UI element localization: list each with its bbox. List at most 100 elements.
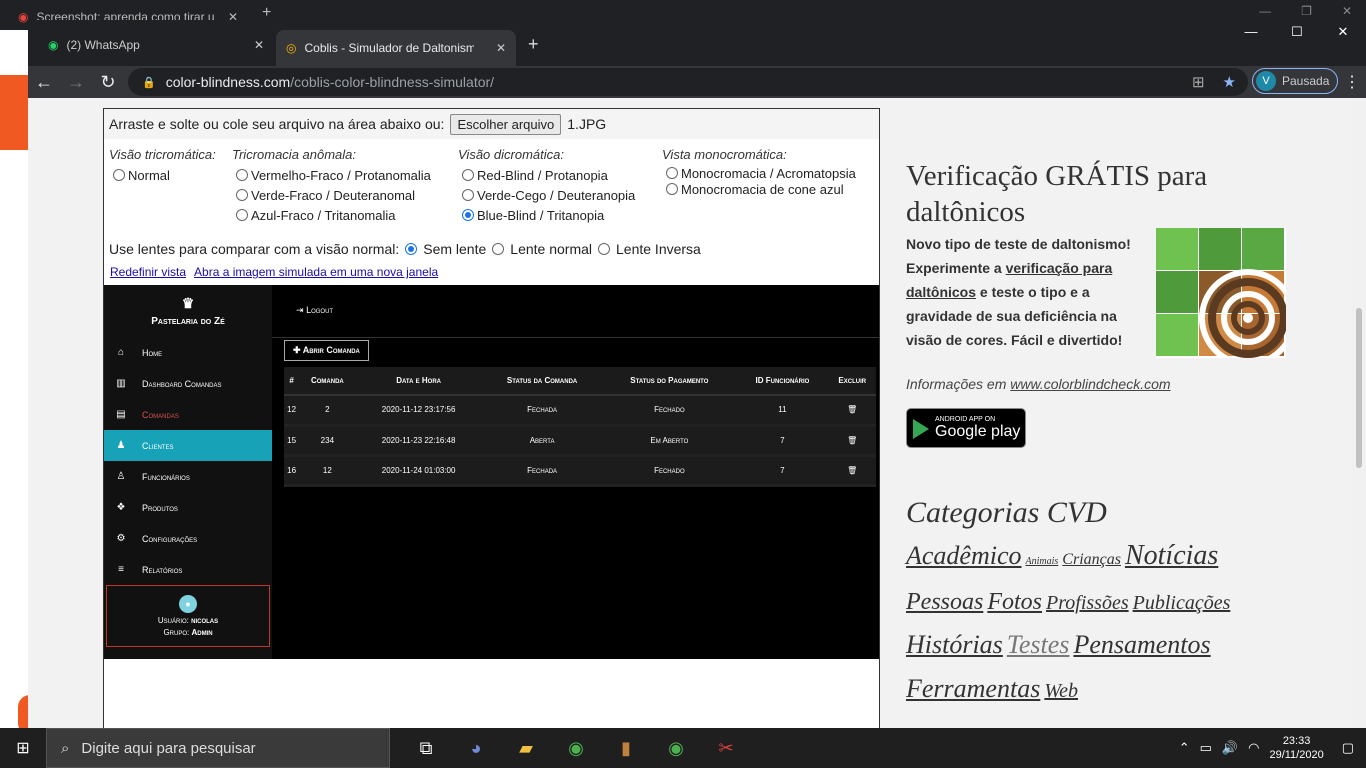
radio-icon[interactable] <box>666 167 678 179</box>
option-deuteranopia[interactable]: Verde-Cego / Deuteranopia <box>458 185 635 205</box>
address-bar[interactable]: 🔒 color-blindness.com /coblis-color-blin… <box>128 68 1248 96</box>
option-tritanomaly[interactable]: Azul-Fraco / Tritanomalia <box>232 205 431 225</box>
clock-time: 23:33 <box>1282 735 1311 747</box>
battery-icon[interactable]: ▭ <box>1200 740 1212 756</box>
option-tritanopia[interactable]: Blue-Blind / Tritanopia <box>458 205 635 225</box>
menu-item-relatorios[interactable]: ≡ Relatórios <box>104 554 272 585</box>
option-deuteranomaly[interactable]: Verde-Fraco / Deuteranomal <box>232 185 431 205</box>
chrome-icon[interactable]: ◉ <box>562 738 590 759</box>
volume-icon[interactable]: 🔊 <box>1222 740 1238 756</box>
tag-link[interactable]: Publicações <box>1133 592 1231 614</box>
reset-view-link[interactable]: Redefinir vista <box>110 265 186 279</box>
tag-link[interactable]: Web <box>1044 680 1078 702</box>
google-play-badge[interactable]: ANDROID APP ON Google play <box>906 408 1026 448</box>
menu-item-funcionarios[interactable]: ♙ Funcionários <box>104 461 272 492</box>
tag-link[interactable]: Histórias <box>906 630 1003 659</box>
close-icon[interactable]: ✕ <box>254 38 264 52</box>
menu-item-home[interactable]: ⌂ Home <box>104 337 272 368</box>
clock[interactable]: 23:33 29/11/2020 <box>1269 734 1323 762</box>
page-content: Arraste e solte ou cole seu arquivo na á… <box>28 98 1366 730</box>
option-protanopia[interactable]: Red-Blind / Protanopia <box>458 165 635 185</box>
forward-icon[interactable]: → <box>60 72 92 93</box>
choose-file-button[interactable]: Escolher arquivo <box>450 113 562 135</box>
close-window-icon[interactable]: ✕ <box>1320 24 1366 40</box>
minimize-icon[interactable]: — <box>1228 24 1274 40</box>
lens-option-inverse[interactable]: Lente Inversa <box>616 241 701 257</box>
tag-link[interactable]: Testes <box>1007 630 1070 659</box>
maximize-icon[interactable]: ☐ <box>1274 24 1320 40</box>
tag-link[interactable]: Animais <box>1026 556 1059 567</box>
tag-link[interactable]: Pessoas <box>906 589 983 615</box>
upload-bar: Arraste e solte ou cole seu arquivo na á… <box>104 109 879 139</box>
user-name: nicolas <box>191 616 219 625</box>
color-test-image[interactable] <box>1156 228 1297 367</box>
open-comanda-button[interactable]: ✚ Abrir Comanda <box>284 340 369 361</box>
tab-coblis[interactable]: ◎ Coblis - Simulador de Daltonismo ✕ <box>276 30 516 66</box>
file-explorer-icon[interactable]: ▰ <box>512 738 540 759</box>
radio-icon[interactable] <box>236 169 248 181</box>
trash-icon[interactable]: 🗑 <box>828 455 876 487</box>
chrome-profile-icon[interactable]: ◉ <box>662 738 690 759</box>
snipping-tool-icon[interactable]: ✂ <box>712 738 740 759</box>
scrollbar-thumb[interactable] <box>1356 308 1362 468</box>
discord-icon[interactable]: ◕ <box>462 738 490 759</box>
tag-link[interactable]: Crianças <box>1062 551 1121 568</box>
tag-link[interactable]: Acadêmico <box>906 541 1022 570</box>
tag-link[interactable]: Fotos <box>987 589 1042 615</box>
menu-item-clientes[interactable]: ♟ Clientes <box>104 430 272 461</box>
trash-icon[interactable]: 🗑 <box>828 425 876 457</box>
option-achromatopsia[interactable]: Monocromacia / Acromatopsia <box>662 165 856 181</box>
trash-icon[interactable]: 🗑 <box>828 395 876 427</box>
radio-icon[interactable] <box>462 189 474 201</box>
open-new-window-link[interactable]: Abra a imagem simulada em uma nova janel… <box>194 265 438 279</box>
reload-icon[interactable]: ↻ <box>92 72 124 93</box>
menu-item-comandas[interactable]: ▤ Comandas <box>104 399 272 430</box>
group-dichromatic: Visão dicromática: Red-Blind / Protanopi… <box>458 147 635 225</box>
lens-option-normal[interactable]: Lente normal <box>510 241 592 257</box>
new-tab-icon[interactable]: + <box>528 34 539 55</box>
back-icon[interactable]: ← <box>28 72 60 93</box>
menu-label: Home <box>142 347 163 358</box>
col-header: Status da Comanda <box>481 367 603 396</box>
task-view-icon[interactable]: ⧉ <box>412 738 440 759</box>
scrollbar[interactable] <box>1352 98 1366 730</box>
app-sidebar: ♛ Pastelaria do Zé ⌂ Home ▥ Dashboard Coma… <box>104 285 272 659</box>
logout-link[interactable]: ⇥ Logout <box>296 305 333 316</box>
group-monochromatic: Vista monocromática: Monocromacia / Acro… <box>662 147 856 197</box>
radio-icon[interactable] <box>113 169 125 181</box>
tab-whatsapp[interactable]: ◉ (2) WhatsApp ✕ <box>38 30 274 60</box>
more-menu-icon[interactable]: ⋮ <box>1344 72 1360 92</box>
option-blue-cone[interactable]: Monocromacia de cone azul <box>662 181 856 197</box>
table-row: 15 234 2020-11-23 22:16:48 Aberta Em Abe… <box>284 425 876 457</box>
windows-start-icon[interactable]: ⊞ <box>0 738 46 758</box>
menu-item-produtos[interactable]: ❖ Produtos <box>104 492 272 523</box>
radio-icon[interactable] <box>236 209 248 221</box>
chevron-up-icon[interactable]: ⌃ <box>1179 740 1190 756</box>
tag-link[interactable]: Pensamentos <box>1073 630 1210 659</box>
menu-item-dashboard[interactable]: ▥ Dashboard Comandas <box>104 368 272 399</box>
wifi-icon[interactable]: ◠ <box>1248 740 1259 756</box>
lens-option-none[interactable]: Sem lente <box>423 241 486 257</box>
radio-icon[interactable] <box>492 243 505 255</box>
radio-icon[interactable] <box>236 189 248 201</box>
option-normal[interactable]: Normal <box>109 165 216 185</box>
notifications-icon[interactable]: ▢ <box>1342 740 1354 756</box>
radio-selected-icon[interactable] <box>462 209 474 221</box>
radio-icon[interactable] <box>598 243 610 255</box>
radio-selected-icon[interactable] <box>405 243 418 255</box>
menu-item-configuracoes[interactable]: ⚙ Configurações <box>104 523 272 554</box>
app-icon[interactable]: ▮ <box>612 738 640 759</box>
bookmark-star-icon[interactable]: ★ <box>1223 73 1236 91</box>
table-cell: 11 <box>736 395 829 427</box>
option-protanomaly[interactable]: Vermelho-Fraco / Protanomalia <box>232 165 431 185</box>
tag-link[interactable]: Ferramentas <box>906 674 1040 703</box>
radio-icon[interactable] <box>462 169 474 181</box>
tag-link[interactable]: Notícias <box>1125 540 1218 571</box>
translate-icon[interactable]: ⊞ <box>1192 73 1205 91</box>
taskbar-search[interactable]: ⌕ Digite aqui para pesquisar <box>46 728 390 768</box>
tag-link[interactable]: Profissões <box>1046 592 1129 614</box>
radio-icon[interactable] <box>666 183 678 195</box>
colorblindcheck-link[interactable]: www.colorblindcheck.com <box>1010 376 1170 392</box>
close-icon[interactable]: ✕ <box>496 41 506 55</box>
profile-button[interactable]: V Pausada <box>1252 68 1338 94</box>
